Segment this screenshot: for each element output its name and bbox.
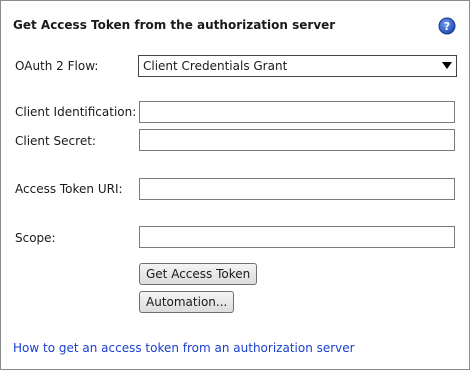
get-access-token-button[interactable]: Get Access Token — [139, 263, 258, 285]
help-link[interactable]: How to get an access token from an autho… — [13, 341, 355, 355]
svg-text:?: ? — [444, 20, 450, 33]
flow-label: OAuth 2 Flow: — [15, 59, 99, 73]
panel-title: Get Access Token from the authorization … — [13, 18, 336, 32]
token-uri-field[interactable] — [139, 178, 455, 200]
flow-select-value: Client Credentials Grant — [143, 59, 288, 73]
client-id-field[interactable] — [139, 101, 455, 123]
automation-button[interactable]: Automation... — [139, 291, 235, 313]
client-secret-field[interactable] — [139, 129, 455, 151]
scope-label: Scope: — [15, 231, 56, 245]
help-icon[interactable]: ? — [438, 17, 456, 35]
oauth-panel: Get Access Token from the authorization … — [0, 0, 470, 370]
client-id-label: Client Identification: — [15, 105, 137, 119]
chevron-down-icon[interactable] — [442, 62, 452, 69]
client-secret-label: Client Secret: — [15, 134, 96, 148]
scope-field[interactable] — [139, 226, 455, 248]
token-uri-label: Access Token URI: — [15, 182, 123, 196]
flow-select[interactable]: Client Credentials Grant — [138, 55, 457, 77]
